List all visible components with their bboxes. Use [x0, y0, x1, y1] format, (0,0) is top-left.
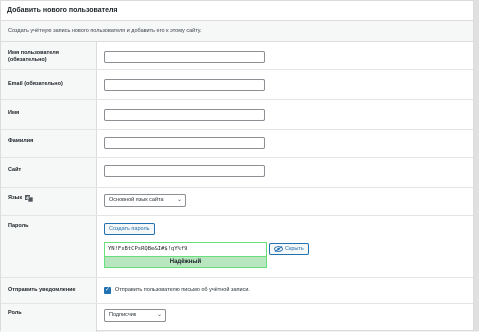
- row-divider: [1, 277, 473, 278]
- language-select[interactable]: Основной язык сайта ⌄: [104, 194, 186, 207]
- eye-slash-icon: [274, 246, 283, 252]
- row-divider: [1, 215, 473, 216]
- notify-checkbox-label[interactable]: Отправить пользователю письмо об учётной…: [115, 287, 250, 294]
- password-label: Пароль: [8, 223, 29, 229]
- first-name-input[interactable]: [104, 109, 265, 121]
- scrollbar[interactable]: [474, 0, 479, 331]
- password-strength-meter: Надёжный: [104, 256, 267, 268]
- website-input[interactable]: [104, 165, 265, 177]
- language-select-value: Основной язык сайта: [109, 197, 164, 203]
- username-input[interactable]: [104, 51, 265, 63]
- hide-button-label: Скрыть: [285, 246, 304, 252]
- first-name-label: Имя: [8, 110, 20, 116]
- email-label: Email (обязательно): [8, 81, 63, 87]
- row-divider: [1, 129, 473, 130]
- password-input[interactable]: YN!FsBtCPsRQBe&I#$!qY%f9: [104, 242, 267, 256]
- add-user-panel: Добавить нового пользователя Создать учё…: [0, 0, 474, 332]
- chevron-down-icon: ⌄: [156, 312, 162, 318]
- chevron-down-icon: ⌄: [176, 197, 182, 203]
- role-label: Роль: [8, 310, 22, 316]
- last-name-input[interactable]: [104, 137, 265, 149]
- email-input[interactable]: [104, 79, 265, 91]
- role-select[interactable]: Подписчик ⌄: [104, 309, 166, 322]
- row-divider: [1, 99, 473, 100]
- website-label: Сайт: [8, 167, 22, 173]
- row-divider: [1, 157, 473, 158]
- notify-checkbox[interactable]: ✓: [104, 287, 111, 294]
- svg-text:A: A: [26, 196, 29, 200]
- role-select-value: Подписчик: [109, 312, 137, 318]
- generate-password-button[interactable]: Создать пароль: [104, 223, 155, 235]
- row-divider: [1, 303, 473, 304]
- last-name-label: Фамилия: [8, 138, 34, 144]
- panel-description: Создать учётную запись нового пользовате…: [1, 21, 473, 42]
- translation-icon: A: [25, 195, 34, 203]
- row-divider: [1, 69, 473, 70]
- panel-title: Добавить нового пользователя: [1, 1, 473, 21]
- username-label: Имя пользователя (обязательно): [8, 50, 59, 63]
- language-label-wrap: Язык A: [8, 195, 34, 203]
- hide-password-button[interactable]: Скрыть: [269, 243, 309, 255]
- row-divider: [1, 187, 473, 188]
- language-label: Язык: [8, 195, 23, 201]
- notify-label: Отправить уведомление: [8, 287, 76, 293]
